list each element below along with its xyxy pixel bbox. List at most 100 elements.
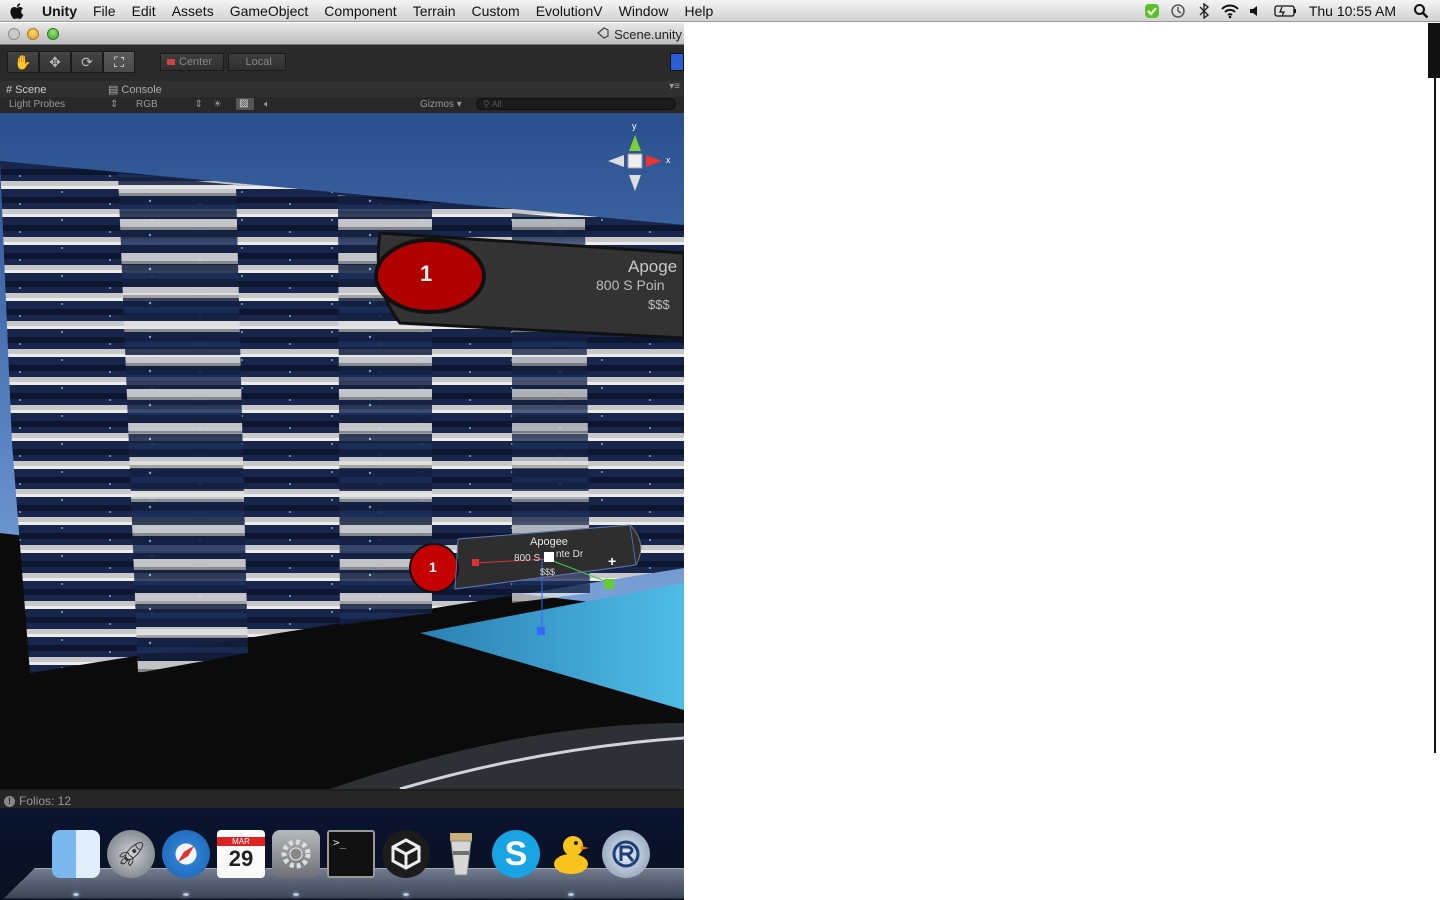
rotate-tool-button[interactable]: ⟳ [71,51,103,73]
info-icon: ! [4,796,15,807]
large-panel-name: Apoge [628,257,677,277]
scene-control-bar: Light Probes ⇕ RGB ⇕ ☀ ▨ 🔈︎ Gizmos ▾ ⚲ A… [0,97,684,113]
scene-search-input[interactable]: ⚲ All [476,98,676,110]
tab-scene[interactable]: # Scene [6,82,46,97]
color-mode-value: RGB [136,99,158,110]
scene-grid-icon: # [6,84,12,96]
hand-tool-button[interactable]: ✋ [7,51,39,73]
menu-terrain[interactable]: Terrain [405,0,464,22]
large-panel-badge: 1 [420,261,432,287]
tab-console[interactable]: ▤ Console [108,82,162,97]
menu-gameobject[interactable]: GameObject [222,0,317,22]
move-tool-button[interactable]: ✥ [39,51,71,73]
menu-help[interactable]: Help [676,0,721,22]
image-icon: ▨ [236,98,248,109]
terminal-icon[interactable]: >_ [327,830,375,878]
system-preferences-icon[interactable] [272,830,320,878]
scene-viewport[interactable]: y x 1 Apoge 800 S Poin $$$ 1 Apogee 800 … [0,113,684,789]
audio-toggle[interactable]: 🔈︎ [264,99,270,110]
spotlight-icon[interactable] [1408,0,1434,22]
bluetooth-icon[interactable] [1191,0,1217,22]
close-button[interactable] [8,28,20,40]
unity-icon[interactable] [382,830,430,878]
speaker-icon: 🔈︎ [264,99,270,110]
transform-tools: ✋ ✥ ⟳ ⛶ [7,51,135,73]
safari-icon[interactable] [162,830,210,878]
play-button[interactable] [670,53,684,71]
gizmos-label: Gizmos [420,99,454,110]
menu-app-unity[interactable]: Unity [36,0,85,22]
large-panel-address: 800 S Poin [596,277,665,293]
dock-icons: 🚀︎ MAR 29 >_ S [52,830,650,878]
status-text: Folios: 12 [19,794,71,808]
launchpad-icon[interactable]: 🚀︎ [107,830,155,878]
wifi-icon[interactable] [1217,0,1243,22]
tab-console-label: Console [121,84,161,96]
lighting-toggle[interactable]: ☀ [213,99,222,110]
menu-file[interactable]: File [85,0,124,22]
apple-menu-icon[interactable] [0,0,36,22]
running-indicator [568,893,574,896]
calendar-month: MAR [217,837,265,846]
search-placeholder: All [492,99,502,109]
render-mode-arrow-icon: ⇕ [110,99,118,110]
window-titlebar[interactable]: Scene.unity [0,23,684,45]
panel-menu-icon[interactable]: ▾≡ [669,81,680,92]
pivot-center-label: Center [179,56,212,68]
panel-tabs: # Scene ▤ Console ▾≡ [0,81,684,97]
small-panel-badge: 1 [429,559,437,575]
menu-window[interactable]: Window [611,0,677,22]
color-mode-dropdown[interactable]: RGB ⇕ [136,99,203,110]
battery-icon[interactable] [1269,0,1303,22]
growl-icon[interactable] [1139,0,1165,22]
center-pivot-icon [167,59,175,65]
gizmos-dropdown[interactable]: Gizmos ▾ [420,99,462,110]
menu-evolutionv[interactable]: EvolutionV [528,0,611,22]
render-mode-dropdown[interactable]: Light Probes ⇕ [9,99,118,110]
render-mode-value: Light Probes [9,99,65,110]
running-indicator [293,893,299,896]
finder-icon[interactable] [52,830,100,878]
running-indicator [403,893,409,896]
volume-icon[interactable] [1243,0,1269,22]
dock: 🚀︎ MAR 29 >_ S [0,808,684,900]
search-icon: ⚲ [483,99,490,109]
small-panel-address-right: nte Dr [556,549,583,560]
time-machine-icon[interactable] [1165,0,1191,22]
gizmos-arrow-icon: ▾ [457,99,462,110]
running-indicator [183,893,189,896]
scale-tool-button[interactable]: ⛶ [103,51,135,73]
zoom-button[interactable] [47,28,59,40]
large-panel-price: $$$ [648,297,670,312]
menu-edit[interactable]: Edit [124,0,164,22]
scene-render [0,113,684,789]
remote-desktop-icon[interactable] [602,830,650,878]
unity-document-icon [596,26,610,43]
menu-bar: Unity File Edit Assets GameObject Compon… [0,0,1440,22]
scale-handle-plus-icon[interactable]: + [608,553,616,569]
image-effects-toggle[interactable]: ▨ [236,98,254,110]
color-mode-arrow-icon: ⇕ [194,99,202,110]
local-pivot-icon: ◌ [235,56,242,68]
pivot-local-label: Local [246,56,272,68]
rotate-icon: ⟳ [81,54,93,71]
archive-icon[interactable] [437,830,485,878]
unity-editor-window: Scene.unity ✋ ✥ ⟳ ⛶ Center ◌ Local # Sce… [0,23,684,900]
window-edge-line [1434,78,1436,753]
window-title-text: Scene.unity [614,27,682,42]
status-menus: Thu 10:55 AM [1139,0,1440,22]
pivot-center-toggle[interactable]: Center [160,53,224,71]
menu-clock[interactable]: Thu 10:55 AM [1303,3,1408,19]
skype-icon[interactable]: S [492,830,540,878]
sun-icon: ☀ [213,99,222,110]
pivot-local-toggle[interactable]: ◌ Local [228,53,286,71]
menu-component[interactable]: Component [316,0,404,22]
window-edge [1428,23,1440,78]
scale-icon: ⛶ [114,54,124,71]
menu-assets[interactable]: Assets [164,0,222,22]
minimize-button[interactable] [27,28,39,40]
calendar-icon[interactable]: MAR 29 [217,830,265,878]
cyberduck-icon[interactable] [547,830,595,878]
window-title: Scene.unity [596,26,682,43]
menu-custom[interactable]: Custom [463,0,527,22]
